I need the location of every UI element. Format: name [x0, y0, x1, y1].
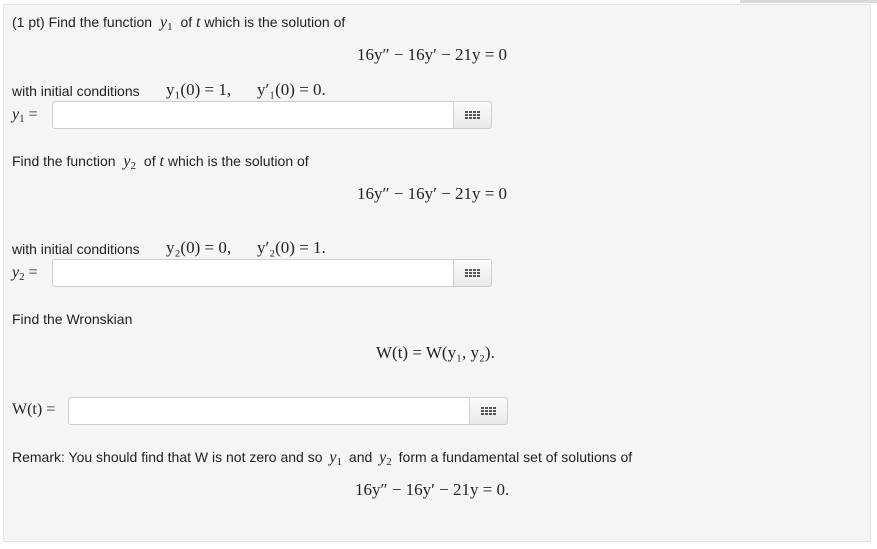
remark-and: and — [348, 449, 373, 465]
wronskian-equation: W(t) = W(y₁, y₂). — [376, 343, 495, 362]
wronskian-input[interactable] — [68, 397, 470, 425]
remark-equation: 16y″ − 16y′ − 21y = 0. — [355, 480, 510, 499]
part2-var-y2: y2 — [123, 153, 137, 172]
answer-label-y1: y1 = — [12, 106, 38, 125]
grid-icon — [465, 269, 480, 277]
ic-1-a: y₁(0) = 1, — [166, 80, 232, 99]
remark-y1: y1 — [329, 449, 343, 468]
remark-y2: y2 — [379, 449, 392, 468]
header-rest: which is the solution of — [204, 14, 346, 30]
wronskian-prompt: Find the Wronskian — [12, 311, 133, 327]
equation-2: 16y″ − 16y′ − 21y = 0 — [357, 184, 508, 203]
problem-header: (1 pt) Find the function y1 of t which i… — [12, 14, 345, 33]
part2-of: of — [143, 153, 156, 169]
part2-rest: which is the solution of — [167, 153, 309, 169]
header-of: of — [180, 14, 193, 30]
ic-label-1: with initial conditions — [12, 83, 140, 99]
part2-prompt: Find the function y2 of t which is the s… — [12, 153, 309, 172]
y1-input[interactable] — [52, 101, 454, 129]
remark-text-b: form a fundamental set of solutions of — [398, 449, 633, 465]
ic-1-b: y′₁(0) = 0. — [257, 80, 326, 99]
ic-label-2: with initial conditions — [12, 241, 140, 257]
equation-editor-button-1[interactable] — [454, 101, 492, 129]
equation-1: 16y″ − 16y′ − 21y = 0 — [357, 45, 508, 64]
remark-text-a: Remark: You should find that W is not ze… — [12, 449, 323, 465]
grid-icon — [481, 407, 496, 415]
answer-label-wronskian: W(t) = — [12, 401, 56, 418]
header-var-y1: y1 — [159, 14, 173, 33]
grid-icon — [465, 111, 480, 119]
ic-2-a: y₂(0) = 0, — [166, 238, 232, 257]
remark: Remark: You should find that W is not ze… — [12, 449, 632, 468]
header-text: (1 pt) Find the function — [12, 14, 153, 30]
top-divider — [740, 0, 877, 3]
y2-input[interactable] — [52, 259, 454, 287]
part2-prompt-text: Find the function — [12, 153, 116, 169]
equation-editor-button-3[interactable] — [470, 397, 508, 425]
equation-editor-button-2[interactable] — [454, 259, 492, 287]
answer-label-y2: y2 = — [12, 264, 38, 283]
part2-var-t: t — [159, 153, 164, 170]
ic-2-b: y′₂(0) = 1. — [257, 238, 326, 257]
header-var-t: t — [196, 14, 201, 31]
